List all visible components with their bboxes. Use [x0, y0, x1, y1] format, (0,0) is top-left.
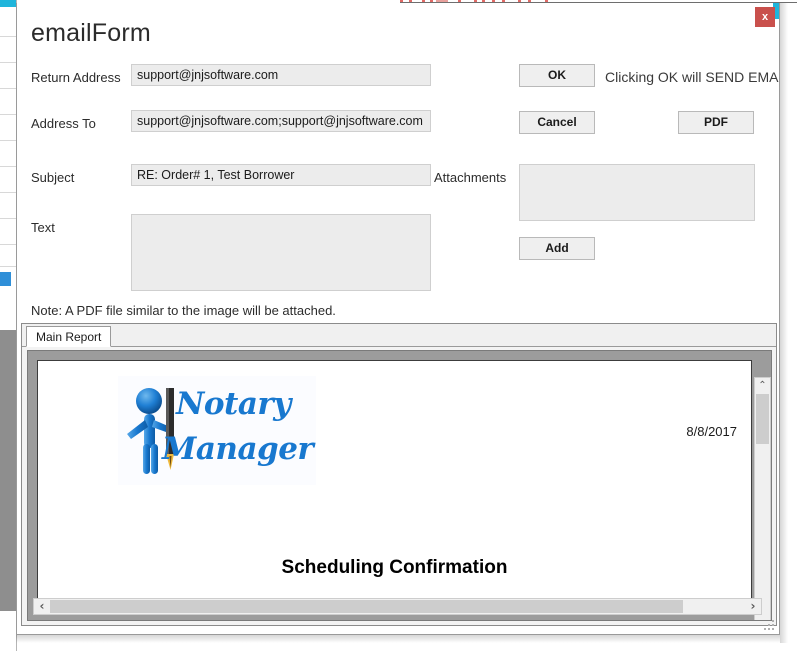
report-tabstrip: Main Report: [22, 324, 776, 347]
add-attachment-button[interactable]: Add: [519, 237, 595, 260]
report-page: Notary Manager 8/8/2017 Scheduling Confi…: [37, 360, 752, 603]
report-panel: Main Report Notary Manager 8/8/2017 Sche…: [21, 323, 777, 626]
notary-manager-wordmark: Notary Manager: [162, 382, 314, 472]
report-horizontal-scrollbar[interactable]: ‹ ›: [33, 598, 762, 615]
text-label: Text: [31, 220, 55, 235]
dialog-shadow-right: [780, 3, 788, 643]
notary-manager-logo: Notary Manager: [118, 376, 316, 485]
ok-button[interactable]: OK: [519, 64, 595, 87]
close-button[interactable]: x: [755, 7, 775, 27]
background-grid-line: [0, 62, 16, 63]
pdf-note-text: Note: A PDF file similar to the image wi…: [31, 303, 336, 318]
address-to-label: Address To: [31, 116, 96, 131]
page-title: emailForm: [31, 19, 151, 47]
return-address-label: Return Address: [31, 70, 121, 85]
background-selected-row: [0, 272, 11, 286]
report-viewer: Notary Manager 8/8/2017 Scheduling Confi…: [27, 350, 772, 621]
scroll-right-arrow-icon[interactable]: ›: [746, 599, 760, 614]
scroll-up-arrow-icon[interactable]: ⌃: [755, 379, 770, 393]
logo-line-2: Manager: [162, 431, 314, 467]
ok-warning-text: Clicking OK will SEND EMAIL: [605, 69, 780, 85]
email-form-dialog: x emailForm Return Address Address To Su…: [16, 3, 780, 635]
background-accent-bar: [0, 0, 16, 7]
report-vertical-scrollbar[interactable]: ⌃ ⌄: [754, 377, 771, 620]
background-lower-panel: [0, 330, 16, 611]
cancel-button[interactable]: Cancel: [519, 111, 595, 134]
address-to-input[interactable]: [131, 110, 431, 132]
report-date: 8/8/2017: [686, 424, 737, 439]
background-grid-line: [0, 140, 16, 141]
dialog-shadow: [16, 635, 780, 643]
vertical-scroll-thumb[interactable]: [756, 394, 769, 444]
report-heading: Scheduling Confirmation: [281, 557, 508, 578]
text-body-input[interactable]: [131, 214, 431, 291]
background-grid-line: [0, 166, 16, 167]
background-grid-line: [0, 218, 16, 219]
background-window-sliver: [0, 0, 17, 651]
background-grid-line: [0, 36, 16, 37]
background-grid-line: [0, 88, 16, 89]
horizontal-scroll-thumb[interactable]: [50, 600, 683, 613]
attachments-list[interactable]: [519, 164, 755, 221]
logo-line-1: Notary: [176, 386, 291, 422]
background-grid-line: [0, 192, 16, 193]
background-grid-line: [0, 266, 16, 267]
pdf-button[interactable]: PDF: [678, 111, 754, 134]
tab-main-report[interactable]: Main Report: [26, 326, 112, 347]
subject-label: Subject: [31, 170, 75, 185]
resize-grip[interactable]: [764, 620, 776, 632]
background-grid-line: [0, 114, 16, 115]
background-grid-line: [0, 244, 16, 245]
subject-input[interactable]: [131, 164, 431, 186]
return-address-input[interactable]: [131, 64, 431, 86]
attachments-label: Attachments: [434, 170, 507, 185]
scroll-left-arrow-icon[interactable]: ‹: [35, 599, 49, 614]
